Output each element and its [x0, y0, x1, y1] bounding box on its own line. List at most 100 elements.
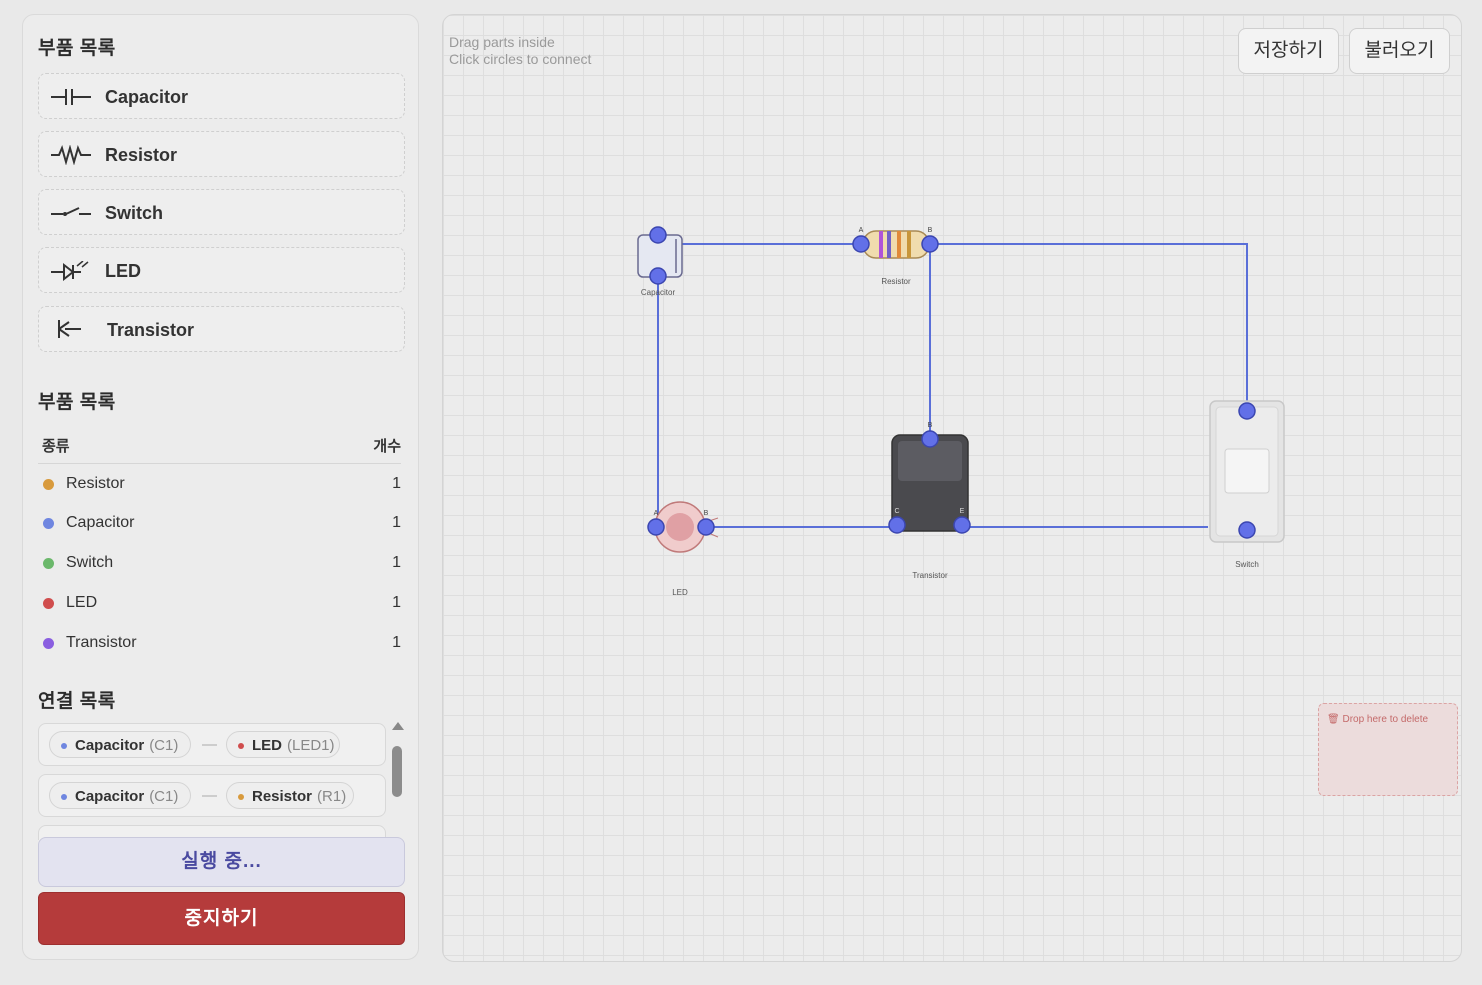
part-name: Resistor — [66, 475, 125, 492]
column-header-count: 개수 — [373, 438, 401, 455]
status-dot — [43, 479, 54, 490]
switch-label: Switch — [1235, 560, 1259, 569]
transistor-label: Transistor — [912, 571, 948, 580]
connections-title: 연결 목록 — [38, 691, 116, 712]
connection-row[interactable]: Capacitor (C1) — Resistor (R1) — [38, 774, 386, 817]
scrollbar-thumb[interactable] — [392, 746, 402, 797]
pin-label: A — [654, 510, 659, 517]
connection-pin — [1238, 402, 1256, 420]
chip-part-name: Capacitor — [75, 788, 145, 805]
connection-chip: Capacitor (C1) — [49, 731, 191, 758]
connection-pin — [852, 235, 870, 253]
switch-symbol-icon — [51, 207, 91, 216]
connection-chip: LED (LED1) — [226, 731, 340, 758]
connections-list[interactable]: Capacitor (C1) — LED (LED1) Capacitor (C1) … — [38, 722, 390, 840]
part-count: 1 — [392, 634, 401, 651]
palette-item-label: Transistor — [107, 320, 195, 340]
delete-drop-zone-label: 🗑 Drop here to delete — [1327, 714, 1429, 725]
resistor-label: Resistor — [881, 277, 911, 286]
part-name: Capacitor — [66, 514, 135, 531]
palette-item-label: Resistor — [105, 145, 178, 165]
wire[interactable] — [930, 243, 1248, 411]
sidebar: 부품 목록 Capacitor Resistor Switch LED Tran… — [22, 14, 419, 960]
capacitor-component[interactable]: Capacitor — [637, 226, 683, 297]
circuit-diagram: Capacitor A B Resistor B C E Transistor — [637, 226, 1285, 597]
delete-drop-zone[interactable]: 🗑 Drop here to delete — [1318, 703, 1458, 796]
connection-pin — [921, 430, 939, 448]
connection-chip: Capacitor (C1) — [49, 782, 191, 809]
palette-item-capacitor[interactable]: Capacitor — [38, 73, 405, 119]
pin-label: B — [928, 422, 933, 429]
led-component[interactable]: A B LED — [647, 501, 719, 597]
part-count: 1 — [392, 594, 401, 611]
chip-part-name: LED — [252, 737, 282, 754]
table-row: Capacitor 1 — [38, 511, 401, 535]
pin-label: B — [928, 227, 933, 234]
switch-component[interactable]: Switch — [1209, 400, 1285, 569]
table-row: Switch 1 — [38, 551, 401, 575]
led-label: LED — [672, 588, 688, 597]
connection-separator: — — [202, 736, 217, 753]
transistor-symbol-icon — [58, 320, 81, 338]
table-row: Resistor 1 — [38, 472, 401, 496]
chip-dot — [238, 743, 244, 749]
palette-item-led[interactable]: LED — [38, 247, 405, 293]
part-count: 1 — [392, 554, 401, 571]
palette-item-label: Capacitor — [105, 87, 189, 107]
palette-item-resistor[interactable]: Resistor — [38, 131, 405, 177]
status-dot — [43, 558, 54, 569]
resistor-component[interactable]: A B Resistor — [852, 227, 939, 286]
palette-item-label: LED — [105, 261, 141, 281]
parts-table-header: 종류 개수 — [38, 433, 401, 464]
palette-item-label: Switch — [105, 203, 164, 223]
connection-pin — [953, 516, 971, 534]
chip-part-id: (LED1) — [287, 737, 335, 754]
status-dot — [43, 638, 54, 649]
scroll-up-arrow-icon[interactable] — [392, 722, 404, 730]
status-dot — [43, 518, 54, 529]
table-row: LED 1 — [38, 591, 401, 615]
circuit-canvas[interactable]: Drag parts inside Click circles to conne… — [442, 14, 1462, 962]
part-count: 1 — [392, 475, 401, 492]
status-dot — [43, 598, 54, 609]
part-name: Switch — [66, 554, 114, 571]
stop-button[interactable]: 중지하기 — [38, 892, 405, 945]
column-header-type: 종류 — [42, 438, 70, 455]
connection-pin — [888, 516, 906, 534]
table-row: Transistor 1 — [38, 631, 401, 655]
capacitor-label: Capacitor — [641, 288, 676, 297]
part-count: 1 — [392, 514, 401, 531]
connection-pin — [647, 518, 665, 536]
part-name: LED — [66, 594, 98, 611]
connection-pin — [1238, 521, 1256, 539]
capacitor-symbol-icon — [51, 89, 91, 105]
chip-part-id: (R1) — [317, 788, 347, 805]
running-status-button[interactable]: 실행 중... — [38, 837, 405, 887]
chip-part-id: (C1) — [149, 737, 179, 754]
pin-label: E — [960, 508, 965, 515]
chip-part-name: Capacitor — [75, 737, 145, 754]
connections-scrollbar[interactable] — [390, 722, 404, 814]
part-name: Transistor — [66, 634, 137, 651]
transistor-component[interactable]: B C E Transistor — [888, 422, 971, 580]
resistor-symbol-icon — [51, 145, 91, 165]
palette-item-transistor[interactable]: Transistor — [38, 306, 405, 352]
connection-pin — [921, 235, 939, 253]
pin-label: B — [704, 510, 709, 517]
palette-title: 부품 목록 — [38, 38, 116, 59]
connection-pin — [649, 267, 667, 285]
chip-dot — [61, 743, 67, 749]
connection-chip: Resistor (R1) — [226, 782, 354, 809]
pin-label: A — [859, 227, 864, 234]
chip-part-id: (C1) — [149, 788, 179, 805]
chip-dot — [238, 794, 244, 800]
connection-row[interactable]: Capacitor (C1) — LED (LED1) — [38, 723, 386, 766]
chip-part-name: Resistor — [252, 788, 313, 805]
palette-item-switch[interactable]: Switch — [38, 189, 405, 235]
chip-dot — [61, 794, 67, 800]
connection-separator: — — [202, 787, 217, 804]
parts-table-title: 부품 목록 — [38, 392, 116, 413]
pin-label: C — [894, 508, 899, 515]
led-symbol-icon — [51, 261, 89, 281]
connection-pin — [649, 226, 667, 244]
